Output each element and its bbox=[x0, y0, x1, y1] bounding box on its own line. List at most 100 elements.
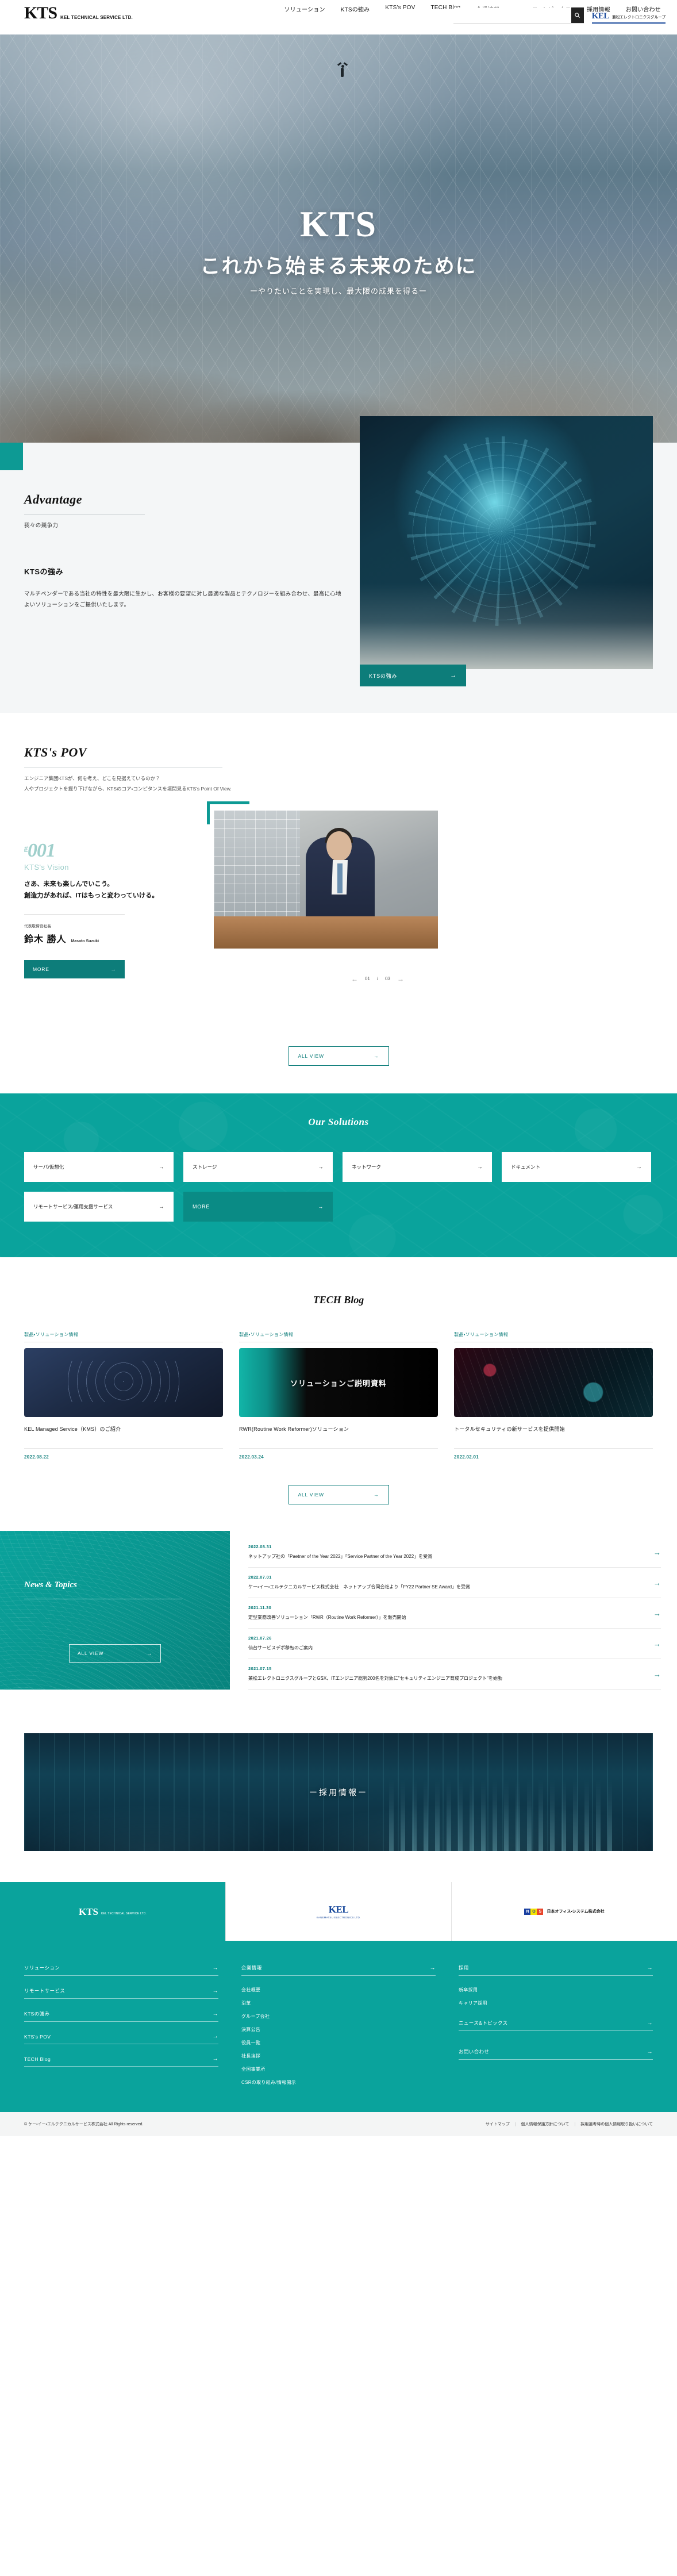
hero-subtitle: ーやりたいことを実現し、最大限の成果を得るー bbox=[249, 286, 427, 295]
footer-sublink-company-7[interactable]: CSRの取り組み/情報開示 bbox=[241, 2076, 436, 2089]
teal-corner-accent bbox=[0, 443, 23, 470]
news-allview-button[interactable]: ALL VIEW → bbox=[69, 1644, 161, 1663]
divider bbox=[459, 2059, 653, 2060]
footer-link-col1-3[interactable]: KTS's POV → bbox=[24, 2029, 218, 2044]
footer-link-col1-1[interactable]: リモートサービス → bbox=[24, 1983, 218, 1998]
news-item-2[interactable]: 2021.11.30 定型業務改善ソリューション「RWR（Routine Work… bbox=[248, 1598, 661, 1629]
arrow-right-icon: → bbox=[318, 1204, 324, 1210]
solution-item-3[interactable]: ドキュメント → bbox=[502, 1152, 651, 1183]
solution-item-2[interactable]: ネットワーク → bbox=[343, 1152, 492, 1183]
arrow-right-icon: → bbox=[653, 1669, 661, 1679]
kts-logo-mark: KTS bbox=[24, 3, 57, 22]
divider bbox=[24, 1448, 223, 1449]
news-item-3[interactable]: 2021.07.26 仙台サービスデポ移転のご案内 → bbox=[248, 1629, 661, 1660]
news-item-text: 定型業務改善ソリューション「RWR（Routine Work Reformer）… bbox=[248, 1615, 406, 1621]
advantage-heading: KTSの強み bbox=[24, 567, 64, 576]
site-logo[interactable]: KTS KEL TECHNICAL SERVICE LTD. bbox=[24, 5, 133, 22]
kel-group-link[interactable]: KEL 兼松エレクトロニクスグループ bbox=[591, 7, 666, 24]
footer-link-col1-2[interactable]: KTSの強み → bbox=[24, 2006, 218, 2021]
recruit-banner[interactable]: ー採用情報ー bbox=[24, 1733, 653, 1852]
pager-next-icon[interactable]: → bbox=[397, 975, 404, 983]
copyright-link-2[interactable]: 採用選考時の個人情報取り扱いについて bbox=[580, 2121, 653, 2127]
news-item-date: 2021.07.26 bbox=[248, 1636, 272, 1641]
news-item-text: ネットアップ社の「Paetner of the Year 2022」「Servi… bbox=[248, 1554, 433, 1560]
advantage-subtitle: 我々の競争力 bbox=[24, 523, 59, 529]
footer-sublink-company-6[interactable]: 全国事業所 bbox=[241, 2063, 436, 2076]
pov-lead-2: 人やプロジェクトを掘り下げながら、KTSのコア・コンピタンスを垣間見るKTS's… bbox=[24, 785, 232, 792]
footer-sublink-company-0[interactable]: 会社概要 bbox=[241, 1983, 436, 1997]
news-item-body: 2021.07.15 兼松エレクトロニクスグループとGSX、ITエンジニア総勢20… bbox=[248, 1666, 643, 1682]
arrow-right-icon: → bbox=[636, 1164, 642, 1170]
nav-item-1[interactable]: KTSの強み bbox=[341, 5, 370, 13]
solutions-grid: サーバ/仮想化 → ストレージ → ネットワーク → ドキュメント → リモートサービス/運用支… bbox=[24, 1152, 653, 1222]
pager-total: 03 bbox=[385, 976, 391, 982]
techblog-allview-button[interactable]: ALL VIEW → bbox=[288, 1485, 389, 1505]
arrow-right-icon: → bbox=[653, 1639, 661, 1648]
arrow-right-icon: → bbox=[159, 1164, 164, 1170]
footer-logo-kts[interactable]: KTS KEL TECHNICAL SERVICE LTD. bbox=[0, 1882, 225, 1941]
search-icon[interactable] bbox=[571, 7, 584, 23]
search-input[interactable] bbox=[453, 7, 571, 23]
news-item-body: 2021.11.30 定型業務改善ソリューション「RWR（Routine Work… bbox=[248, 1605, 643, 1621]
pager-current: 01 bbox=[364, 976, 370, 982]
techblog-card-0[interactable]: 製品・ソリューション情報 KEL Managed Service（KMS）のご紹介… bbox=[24, 1331, 223, 1460]
news-item-1[interactable]: 2022.07.01 ケー・イー・エルテクニカルサービス株式会社 ネットアップ合同… bbox=[248, 1568, 661, 1599]
arrow-right-icon: → bbox=[212, 1987, 218, 1994]
solution-item-4[interactable]: リモートサービス/運用支援サービス → bbox=[24, 1192, 174, 1222]
news-item-0[interactable]: 2022.08.31 ネットアップ社の「Paetner of the Year 2… bbox=[248, 1537, 661, 1568]
news-allview-label: ALL VIEW bbox=[78, 1650, 104, 1657]
footer-sublink-company-5[interactable]: 社長挨拶 bbox=[241, 2049, 436, 2063]
techblog-section: TECH Blog 製品・ソリューション情報 KEL Managed Servic… bbox=[0, 1257, 677, 1531]
news-item-4[interactable]: 2021.07.15 兼松エレクトロニクスグループとGSX、ITエンジニア総勢20… bbox=[248, 1659, 661, 1690]
arrow-right-icon: → bbox=[374, 1492, 379, 1498]
pov-more-button[interactable]: MORE → bbox=[24, 960, 125, 979]
techblog-card-category: 製品・ソリューション情報 bbox=[454, 1332, 509, 1338]
arrow-right-icon: → bbox=[147, 1650, 152, 1657]
footer-kts-mark: KTS bbox=[78, 1906, 98, 1917]
techblog-card-date: 2022.08.22 bbox=[24, 1454, 49, 1460]
footer-link-col1-0[interactable]: ソリューション → bbox=[24, 1960, 218, 1975]
footer-sublink-recruit-1[interactable]: キャリア採用 bbox=[459, 1997, 653, 2010]
footer-sublink-company-4[interactable]: 役員一覧 bbox=[241, 2036, 436, 2049]
nav-item-2[interactable]: KTS's POV bbox=[385, 5, 415, 13]
pov-role: 代表取締役社長 bbox=[24, 924, 51, 929]
news-item-text: 仙台サービスデポ移転のご案内 bbox=[248, 1645, 313, 1651]
advantage-button[interactable]: KTSの強み → bbox=[360, 665, 466, 686]
techblog-card-date: 2022.02.01 bbox=[454, 1454, 479, 1460]
solution-item-1[interactable]: ストレージ → bbox=[183, 1152, 333, 1183]
footer-logo-kel[interactable]: KEL KANEMATSU ELECTRONICS LTD. bbox=[225, 1882, 451, 1941]
nav-item-0[interactable]: ソリューション bbox=[284, 5, 325, 13]
arrow-right-icon: → bbox=[653, 1578, 661, 1587]
footer-link-recruit[interactable]: 採用 → bbox=[459, 1960, 653, 1975]
news-item-date: 2021.11.30 bbox=[248, 1605, 272, 1611]
solutions-more-button[interactable]: MORE → bbox=[183, 1192, 333, 1222]
footer-sublink-company-1[interactable]: 沿革 bbox=[241, 1997, 436, 2010]
divider bbox=[454, 1448, 653, 1449]
footer-link-col1-4[interactable]: TECH Blog → bbox=[24, 2052, 218, 2066]
footer-sublink-company-2[interactable]: グループ会社 bbox=[241, 2010, 436, 2023]
pov-pager: ← 01 / 03 → bbox=[317, 957, 438, 1000]
copyright-link-1[interactable]: 個人情報保護方針について bbox=[521, 2121, 570, 2127]
footer-sublink-recruit-0[interactable]: 新卒採用 bbox=[459, 1983, 653, 1997]
techblog-card-headline: トータルセキュリティの新サービスを提供開始 bbox=[454, 1426, 565, 1433]
techblog-card-1[interactable]: 製品・ソリューション情報 ソリューションご説明資料 RWR(Routine Work… bbox=[239, 1331, 438, 1460]
techblog-card-headline: RWR(Routine Work Reformer)ソリューション bbox=[239, 1426, 349, 1433]
solution-item-0[interactable]: サーバ/仮想化 → bbox=[24, 1152, 174, 1183]
techblog-card-2[interactable]: 製品・ソリューション情報トータルセキュリティの新サービスを提供開始 2022.02… bbox=[454, 1331, 653, 1460]
footer-link-contact[interactable]: お問い合わせ → bbox=[459, 2044, 653, 2059]
pager-prev-icon[interactable]: ← bbox=[351, 975, 358, 983]
footer-logo-nos[interactable]: N O S 日本オフィス・システム株式会社 bbox=[451, 1882, 677, 1941]
nos-logo-icon: N O S bbox=[524, 1908, 544, 1915]
solutions-title: Our Solutions bbox=[308, 1116, 369, 1128]
separator: | bbox=[514, 2122, 516, 2126]
pov-allview-button[interactable]: ALL VIEW → bbox=[288, 1046, 389, 1066]
pov-lead-1: エンジニア集団KTSが、何を考え、どこを見据えているのか？ bbox=[24, 776, 160, 781]
footer-sublink-company-3[interactable]: 決算公告 bbox=[241, 2023, 436, 2036]
footer-link-company[interactable]: 企業情報 → bbox=[241, 1960, 436, 1975]
footer-nav: ソリューション → リモートサービス → KTSの強み → KTS's POV → TECH B… bbox=[0, 1941, 677, 2113]
footer-link-news[interactable]: ニュース&トピックス → bbox=[459, 2016, 653, 2030]
search-box[interactable] bbox=[453, 7, 584, 24]
news-item-text: ケー・イー・エルテクニカルサービス株式会社 ネットアップ合同会社より「FY22 … bbox=[248, 1584, 471, 1590]
advantage-button-label: KTSの強み bbox=[369, 673, 398, 679]
copyright-link-0[interactable]: サイトマップ bbox=[486, 2121, 510, 2127]
